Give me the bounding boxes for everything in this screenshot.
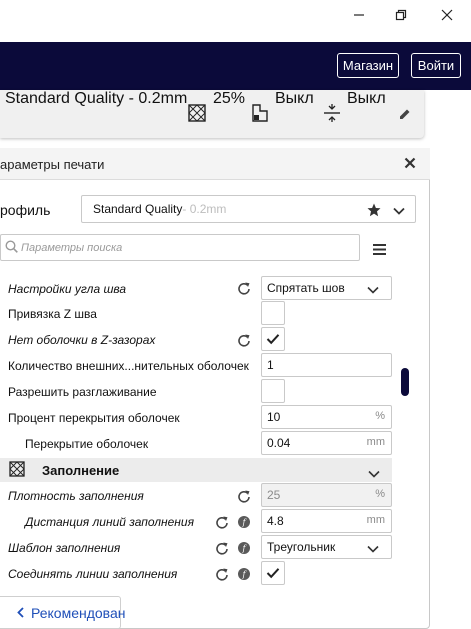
profile-select[interactable]: Standard Quality - 0.2mm — [81, 195, 416, 223]
connect-lines-checkbox[interactable] — [261, 561, 285, 585]
extra-wall-value: 1 — [267, 358, 274, 372]
formula-icon: f — [238, 568, 250, 580]
settings-search[interactable]: Параметры поиска — [0, 234, 360, 261]
seam-angle-value: Спрятать шов — [267, 281, 345, 295]
marketplace-button[interactable]: Магазин — [337, 53, 399, 78]
ironing-checkbox[interactable] — [261, 379, 285, 403]
line-distance-unit: mm — [366, 514, 385, 526]
recommended-button[interactable]: Рекомендован — [0, 596, 125, 629]
connect-lines-label: Соединять линии заполнения — [8, 567, 178, 581]
print-setup-summary-content[interactable]: Standard Quality - 0.2mm 25% Выкл Выкл — [0, 90, 424, 138]
recommended-label: Рекомендован — [31, 604, 126, 621]
reset-icon[interactable] — [237, 281, 251, 295]
no-skin-checkbox[interactable] — [261, 327, 285, 351]
adhesion-summary: Выкл — [347, 90, 386, 107]
overlap-label: Перекрытие оболочек — [25, 437, 149, 451]
overlap-pct-input[interactable]: 10 % — [261, 405, 392, 429]
chevron-down-icon — [367, 543, 379, 557]
formula-icon: f — [238, 542, 250, 554]
profile-label: рофиль — [0, 202, 51, 218]
reset-icon[interactable] — [215, 541, 229, 555]
checkmark-icon — [266, 568, 280, 579]
reset-icon[interactable] — [215, 515, 229, 529]
infill-density-input[interactable]: 25 % — [261, 483, 392, 507]
seam-angle-select[interactable]: Спрятать шов — [261, 276, 392, 300]
settings-menu-icon[interactable] — [373, 242, 386, 260]
extra-wall-label: Количество внешних...нительных оболочек — [8, 359, 249, 373]
checkmark-icon — [266, 334, 280, 345]
profile-select-suffix: - 0.2mm — [182, 202, 227, 216]
ironing-label: Разрешить разглаживание — [8, 385, 157, 399]
star-icon[interactable] — [367, 203, 381, 220]
reset-icon[interactable] — [237, 333, 251, 347]
z-seam-checkbox[interactable] — [261, 301, 285, 325]
support-icon — [251, 103, 269, 128]
infill-density-value: 25 — [267, 488, 281, 502]
app-header — [0, 42, 471, 90]
chevron-down-icon — [367, 284, 379, 298]
overlap-input[interactable]: 0.04 mm — [261, 431, 392, 455]
chevron-left-icon — [17, 605, 24, 621]
infill-section-title: Заполнение — [42, 463, 120, 478]
overlap-pct-unit: % — [375, 410, 385, 422]
reset-icon[interactable] — [215, 567, 229, 581]
pattern-select[interactable]: Треугольник — [261, 535, 392, 559]
scrollbar-thumb[interactable] — [401, 368, 409, 396]
formula-icon: f — [238, 516, 250, 528]
infill-icon — [188, 104, 206, 127]
minimize-icon[interactable] — [336, 0, 382, 30]
overlap-pct-label: Процент перекрытия оболочек — [8, 411, 180, 425]
z-seam-label: Привязка Z шва — [8, 307, 97, 321]
profile-summary: Standard Quality - 0.2mm — [5, 90, 188, 107]
pattern-label: Шаблон заполнения — [8, 541, 121, 555]
line-distance-input[interactable]: 4.8 mm — [261, 509, 392, 533]
line-distance-value: 4.8 — [267, 514, 284, 528]
overlap-value: 0.04 — [267, 436, 291, 450]
seam-angle-label: Настройки угла шва — [8, 282, 127, 296]
no-skin-label: Нет оболочки в Z-зазорах — [8, 333, 156, 347]
panel-title: араметры печати — [0, 157, 105, 172]
infill-density-label: Плотность заполнения — [8, 489, 144, 503]
chevron-down-icon[interactable] — [368, 466, 380, 484]
pattern-value: Треугольник — [267, 540, 336, 554]
extra-wall-input[interactable]: 1 — [261, 353, 392, 377]
overlap-pct-value: 10 — [267, 410, 281, 424]
support-summary: Выкл — [275, 90, 314, 107]
profile-select-value: Standard Quality — [93, 202, 183, 216]
infill-summary: 25% — [213, 90, 246, 107]
chevron-down-icon — [393, 205, 405, 219]
close-window-icon[interactable] — [424, 0, 470, 30]
line-distance-label: Дистанция линий заполнения — [25, 515, 194, 529]
infill-section-icon — [9, 461, 25, 482]
search-icon — [5, 239, 21, 256]
infill-density-unit: % — [375, 488, 385, 500]
search-placeholder: Параметры поиска — [21, 241, 123, 254]
pencil-icon[interactable] — [399, 107, 411, 125]
close-panel-icon[interactable] — [404, 156, 416, 174]
reset-icon[interactable] — [237, 489, 251, 503]
overlap-unit: mm — [366, 436, 385, 448]
adhesion-icon — [323, 104, 341, 127]
signin-button[interactable]: Войти — [411, 53, 461, 78]
restore-icon[interactable] — [378, 0, 424, 30]
